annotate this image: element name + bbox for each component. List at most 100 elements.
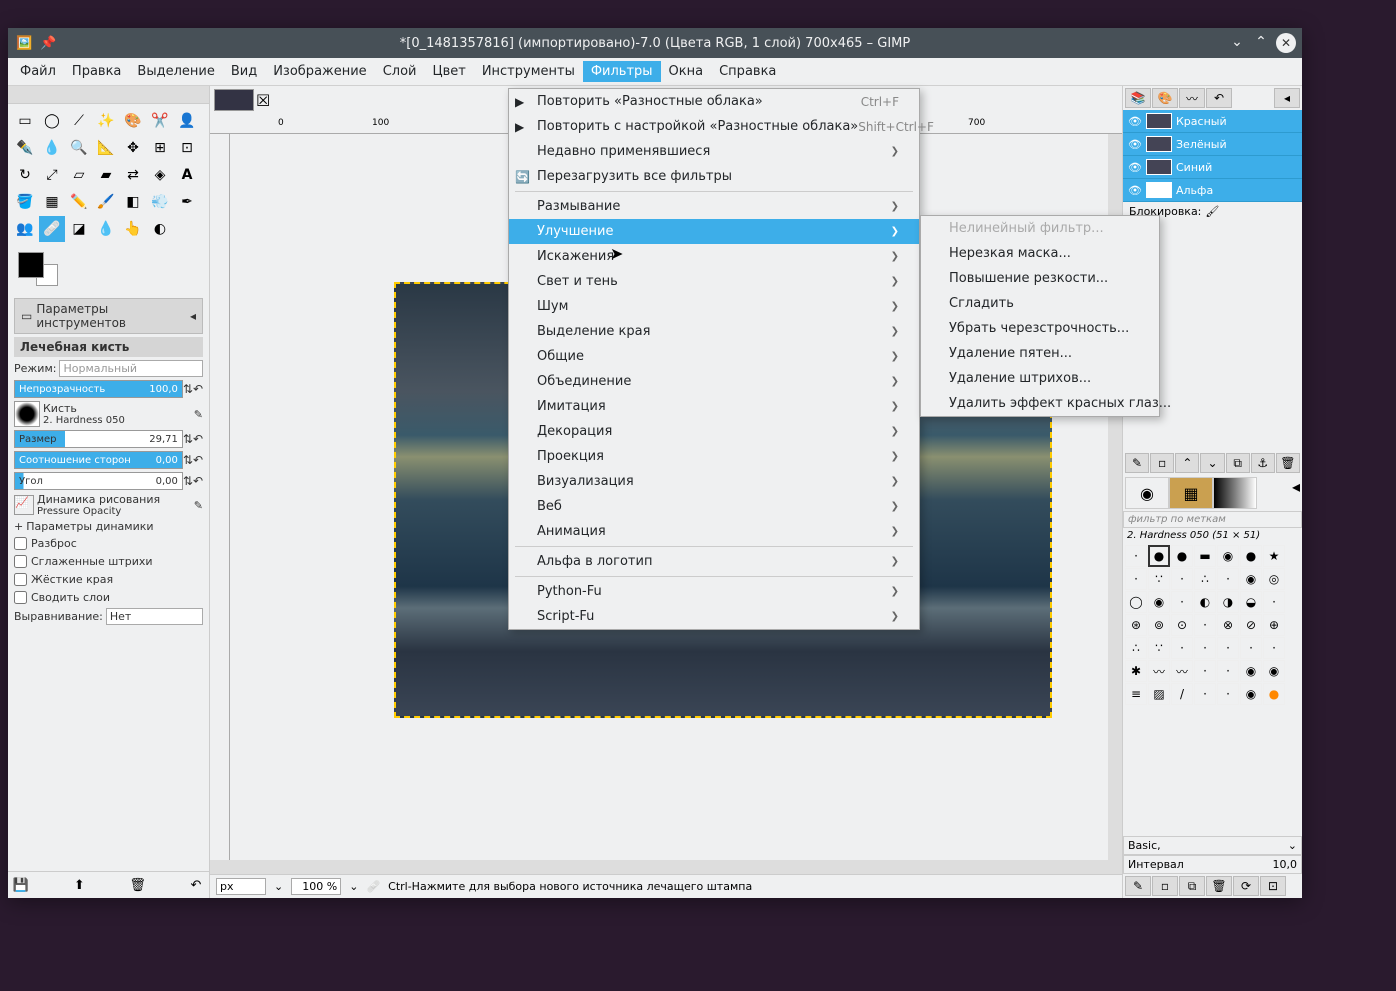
reset-icon[interactable]: ↶ xyxy=(193,474,203,488)
tool-crop[interactable]: ⊡ xyxy=(174,135,200,161)
ratio-slider[interactable]: Соотношение сторон 0,00 xyxy=(14,451,183,469)
zoom-chevron-icon[interactable]: ⌄ xyxy=(349,880,358,893)
brush-item[interactable]: ◉ xyxy=(1240,683,1262,705)
brush-item[interactable]: ◒ xyxy=(1240,591,1262,613)
tool-perspective[interactable]: ▰ xyxy=(93,162,119,188)
brush-edit-icon[interactable]: ✎ xyxy=(194,408,203,421)
brush-item[interactable]: ◎ xyxy=(1263,568,1285,590)
opacity-slider[interactable]: Непрозрачность 100,0 xyxy=(14,380,183,398)
dock-menu-icon[interactable]: ◂ xyxy=(1274,88,1300,108)
menu-distorts[interactable]: Искажения❯ xyxy=(509,244,919,269)
horizontal-scrollbar[interactable] xyxy=(210,860,1122,874)
stepper-icon[interactable]: ⇅ xyxy=(183,474,193,488)
submenu-destripe[interactable]: Удаление штрихов... xyxy=(921,366,1159,391)
menu-blur[interactable]: Размывание❯ xyxy=(509,194,919,219)
tool-brush[interactable]: 🖌️ xyxy=(93,189,119,215)
menu-generic[interactable]: Общие❯ xyxy=(509,344,919,369)
down-icon[interactable]: ⌄ xyxy=(1200,453,1224,473)
tool-smudge[interactable]: 👆 xyxy=(120,216,146,242)
eye-icon[interactable]: 👁 xyxy=(1128,161,1142,174)
tool-flip[interactable]: ⇄ xyxy=(120,162,146,188)
tool-scale[interactable]: ⤢ xyxy=(39,162,65,188)
new-icon[interactable]: ✎ xyxy=(1125,453,1149,473)
brush-item[interactable]: ⊛ xyxy=(1125,614,1147,636)
menu-artistic[interactable]: Имитация❯ xyxy=(509,394,919,419)
menu-layer[interactable]: Слой xyxy=(375,61,425,82)
merge-checkbox[interactable]: Сводить слои xyxy=(14,590,203,605)
tab-close-icon[interactable]: ☒ xyxy=(256,91,270,110)
tool-measure[interactable]: 📐 xyxy=(93,135,119,161)
menu-decor[interactable]: Декорация❯ xyxy=(509,419,919,444)
paths-tab-icon[interactable]: 〰 xyxy=(1179,88,1205,108)
menu-windows[interactable]: Окна xyxy=(661,61,712,82)
color-selector[interactable] xyxy=(8,246,209,294)
open-icon[interactable]: ⊡ xyxy=(1260,876,1286,896)
menu-map[interactable]: Проекция❯ xyxy=(509,444,919,469)
menu-edge[interactable]: Выделение края❯ xyxy=(509,319,919,344)
menu-colors[interactable]: Цвет xyxy=(424,61,473,82)
preset-menu-icon[interactable]: ◂ xyxy=(1292,477,1300,509)
brush-item[interactable]: ◉ xyxy=(1240,568,1262,590)
brush-item[interactable]: ● xyxy=(1148,545,1170,567)
tool-free-select[interactable]: ⟋ xyxy=(66,108,92,134)
submenu-sharpen[interactable]: Повышение резкости... xyxy=(921,266,1159,291)
eye-icon[interactable]: 👁 xyxy=(1128,115,1142,128)
tool-by-color[interactable]: 🎨 xyxy=(120,108,146,134)
brush-item[interactable]: ◯ xyxy=(1125,591,1147,613)
menu-enhance[interactable]: Улучшение❯ xyxy=(509,219,919,244)
tool-foreground[interactable]: 👤 xyxy=(174,108,200,134)
menu-noise[interactable]: Шум❯ xyxy=(509,294,919,319)
brush-item[interactable]: ◉ xyxy=(1263,660,1285,682)
brush-preset[interactable]: ◉ xyxy=(1125,477,1169,509)
size-slider[interactable]: Размер 29,71 xyxy=(14,430,183,448)
tool-zoom[interactable]: 🔍 xyxy=(66,135,92,161)
tool-clone[interactable]: 👥 xyxy=(12,216,38,242)
menu-combine[interactable]: Объединение❯ xyxy=(509,369,919,394)
tool-picker[interactable]: 💧 xyxy=(39,135,65,161)
layers-tab-icon[interactable]: 📚 xyxy=(1125,88,1151,108)
brush-item[interactable]: · xyxy=(1194,637,1216,659)
brush-item[interactable]: ⊘ xyxy=(1240,614,1262,636)
brush-item[interactable]: · xyxy=(1217,683,1239,705)
tool-move[interactable]: ✥ xyxy=(120,135,146,161)
anchor-icon[interactable]: ⚓ xyxy=(1251,453,1275,473)
brush-item[interactable]: ◉ xyxy=(1148,591,1170,613)
menu-edit[interactable]: Правка xyxy=(64,61,129,82)
brush-item[interactable]: ⊗ xyxy=(1217,614,1239,636)
brush-item[interactable]: · xyxy=(1263,637,1285,659)
brush-preview[interactable] xyxy=(14,401,40,427)
tool-pencil[interactable]: ✏️ xyxy=(66,189,92,215)
refresh-icon[interactable]: ⟳ xyxy=(1233,876,1259,896)
save-icon[interactable]: 💾 xyxy=(12,876,30,894)
channels-tab-icon[interactable]: 🎨 xyxy=(1152,88,1178,108)
delete-brush-icon[interactable]: 🗑 xyxy=(1206,876,1232,896)
brush-item[interactable]: · xyxy=(1125,568,1147,590)
brush-item[interactable]: ≡ xyxy=(1125,683,1147,705)
interval-input[interactable]: Интервал10,0 xyxy=(1123,855,1302,874)
brush-item[interactable]: ∴ xyxy=(1125,637,1147,659)
submenu-deinterlace[interactable]: Убрать черезстрочность... xyxy=(921,316,1159,341)
menu-web[interactable]: Веб❯ xyxy=(509,494,919,519)
tool-scissors[interactable]: ✂️ xyxy=(147,108,173,134)
brush-item[interactable]: · xyxy=(1194,614,1216,636)
brush-item[interactable]: · xyxy=(1125,545,1147,567)
brush-item[interactable]: · xyxy=(1171,637,1193,659)
scatter-checkbox[interactable]: Разброс xyxy=(14,536,203,551)
brush-item[interactable]: ⊕ xyxy=(1263,614,1285,636)
tool-ink[interactable]: ✒ xyxy=(174,189,200,215)
close-button[interactable]: ✕ xyxy=(1276,33,1296,53)
brush-item[interactable]: ∵ xyxy=(1148,568,1170,590)
menu-recent[interactable]: Недавно применявшиеся❯ xyxy=(509,139,919,164)
eye-icon[interactable]: 👁 xyxy=(1128,138,1142,151)
channel-row[interactable]: 👁Зелёный xyxy=(1123,133,1302,156)
channel-row[interactable]: 👁Красный xyxy=(1123,110,1302,133)
brush-item[interactable]: ⊚ xyxy=(1148,614,1170,636)
eye-icon[interactable]: 👁 xyxy=(1128,184,1142,197)
fg-color[interactable] xyxy=(18,252,44,278)
hard-checkbox[interactable]: Жёсткие края xyxy=(14,572,203,587)
tool-airbrush[interactable]: 💨 xyxy=(147,189,173,215)
menu-select[interactable]: Выделение xyxy=(129,61,222,82)
tool-paths[interactable]: ✒️ xyxy=(12,135,38,161)
channel-row[interactable]: 👁Альфа xyxy=(1123,179,1302,202)
brush-item[interactable]: ✱ xyxy=(1125,660,1147,682)
